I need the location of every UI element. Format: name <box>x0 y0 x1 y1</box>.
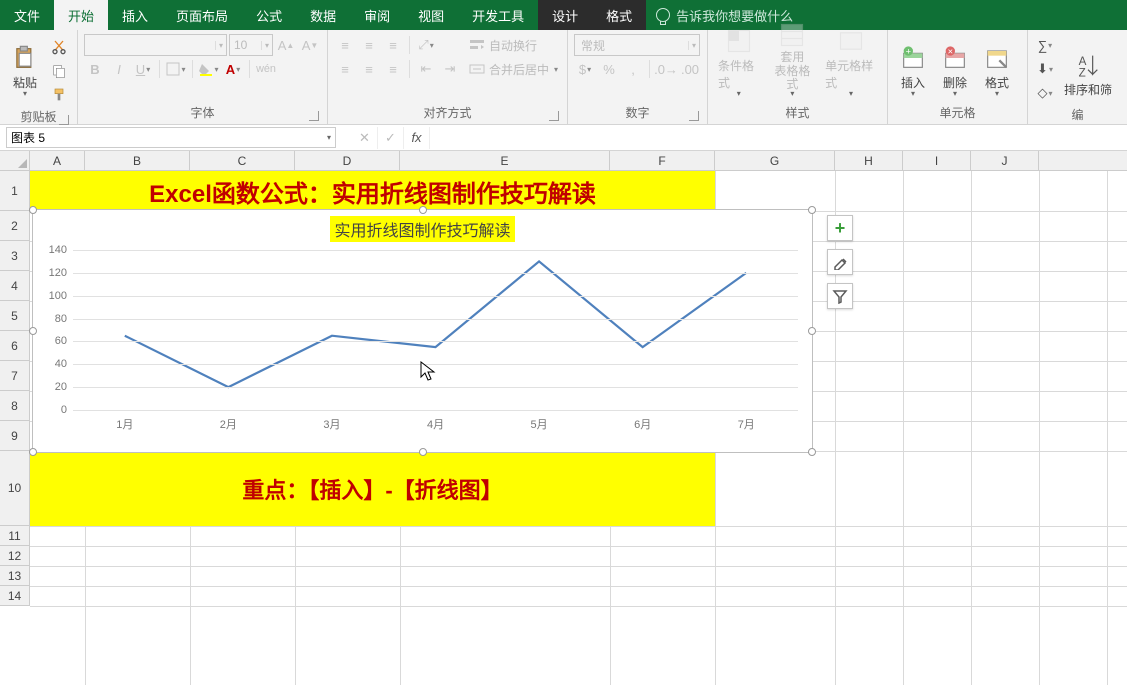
insert-cells-button[interactable]: +插入▾ <box>894 34 932 100</box>
number-format-combo: 常规▾ <box>574 34 700 56</box>
enter-formula-button: ✓ <box>378 127 404 149</box>
worksheet-grid[interactable]: ABCDEFGHIJ 1234567891011121314 Excel函数公式… <box>0 151 1127 685</box>
group-font-label: 字体 <box>190 106 214 120</box>
tab-home[interactable]: 开始 <box>54 0 108 30</box>
decrease-font-button: A▼ <box>299 34 321 56</box>
group-clipboard-label: 剪贴板 <box>20 110 56 124</box>
increase-indent-button: ⇥ <box>439 58 461 80</box>
group-styles-label: 样式 <box>785 106 809 120</box>
wrap-text-button: 自动换行 <box>469 34 558 56</box>
note-banner: 重点：【插入】-【折线图】 <box>30 451 715 526</box>
decrease-decimal-button: .00 <box>679 58 701 80</box>
align-launcher-icon[interactable] <box>549 111 559 121</box>
search-placeholder: 告诉我你想要做什么 <box>676 6 793 25</box>
group-cells-label: 单元格 <box>939 106 975 120</box>
underline-button: U▾ <box>132 58 154 80</box>
group-editing-label: 编 <box>1071 108 1083 122</box>
chart-side-tools: + <box>827 215 853 309</box>
tab-insert[interactable]: 插入 <box>108 0 162 30</box>
tab-format[interactable]: 格式 <box>592 0 646 30</box>
tab-formulas[interactable]: 公式 <box>242 0 296 30</box>
italic-button: I <box>108 58 130 80</box>
comma-button: , <box>622 58 644 80</box>
phonetic-button: wén <box>255 58 277 80</box>
cut-button[interactable] <box>48 36 70 58</box>
sort-filter-button[interactable]: AZ排序和筛 <box>1060 34 1116 100</box>
tab-view[interactable]: 视图 <box>404 0 458 30</box>
tab-review[interactable]: 审阅 <box>350 0 404 30</box>
font-size-combo: 10▾ <box>229 34 273 56</box>
fill-button[interactable]: ⬇▾ <box>1034 58 1056 80</box>
tab-file[interactable]: 文件 <box>0 0 54 30</box>
accounting-button: $▾ <box>574 58 596 80</box>
bold-button: B <box>84 58 106 80</box>
row-headers[interactable]: 1234567891011121314 <box>0 171 30 606</box>
align-center-button: ≡ <box>358 58 380 80</box>
font-name-combo: ▾ <box>84 34 227 56</box>
mouse-cursor-icon <box>420 361 436 383</box>
chart-line-series[interactable] <box>73 250 798 410</box>
cancel-formula-button: ✕ <box>352 127 378 149</box>
align-right-button: ≡ <box>382 58 404 80</box>
formula-bar: 图表 5▾ ✕ ✓ fx <box>0 125 1127 151</box>
chart-filter-button[interactable] <box>827 283 853 309</box>
font-launcher-icon[interactable] <box>309 111 319 121</box>
chart-plot-area[interactable]: 020406080100120140 <box>73 250 798 410</box>
cell-styles-button: 单元格样式▾ <box>821 34 881 100</box>
format-cells-button[interactable]: 格式▾ <box>978 34 1016 100</box>
border-button: ▾ <box>165 58 187 80</box>
percent-button: % <box>598 58 620 80</box>
fill-color-button: ▾ <box>198 58 220 80</box>
increase-font-button: A▲ <box>275 34 297 56</box>
clipboard-launcher-icon[interactable] <box>59 115 69 125</box>
font-color-button[interactable]: A▾ <box>222 58 244 80</box>
format-as-table-button: 套用 表格格式▾ <box>768 34 818 100</box>
delete-cells-button[interactable]: ×删除▾ <box>936 34 974 100</box>
fx-button[interactable]: fx <box>404 127 430 149</box>
decrease-indent-button: ⇤ <box>415 58 437 80</box>
align-top-button: ≡ <box>334 34 356 56</box>
align-left-button: ≡ <box>334 58 356 80</box>
merge-center-button: 合并后居中▾ <box>469 58 558 80</box>
orientation-button: ⤢▾ <box>415 34 437 56</box>
tab-design[interactable]: 设计 <box>538 0 592 30</box>
svg-text:+: + <box>906 47 911 57</box>
group-align-label: 对齐方式 <box>423 106 471 120</box>
conditional-format-button: 条件格式▾ <box>714 34 764 100</box>
title-banner: Excel函数公式：实用折线图制作技巧解读 <box>30 171 715 211</box>
align-bottom-button: ≡ <box>382 34 404 56</box>
tab-page-layout[interactable]: 页面布局 <box>162 0 242 30</box>
group-number-label: 数字 <box>625 106 649 120</box>
svg-text:×: × <box>948 47 953 57</box>
copy-button[interactable] <box>48 60 70 82</box>
number-launcher-icon[interactable] <box>689 111 699 121</box>
chart-title[interactable]: 实用折线图制作技巧解读 <box>330 216 514 242</box>
ribbon: 粘贴▾ 剪贴板 ▾ 10▾ A▲ A▼ B I U▾ ▾ <box>0 30 1127 125</box>
column-headers[interactable]: ABCDEFGHIJ <box>30 151 1127 171</box>
svg-text:Z: Z <box>1079 67 1086 79</box>
line-chart-object[interactable]: 实用折线图制作技巧解读 020406080100120140 1月2月3月4月5… <box>32 209 813 453</box>
menu-tabs: 文件 开始 插入 页面布局 公式 数据 审阅 视图 开发工具 设计 格式 告诉我… <box>0 0 1127 30</box>
name-box[interactable]: 图表 5▾ <box>6 127 336 148</box>
lightbulb-icon <box>656 8 670 22</box>
format-painter-button[interactable] <box>48 84 70 106</box>
autosum-button[interactable]: ∑▾ <box>1034 34 1056 56</box>
paste-button[interactable]: 粘贴▾ <box>6 34 44 100</box>
tab-developer[interactable]: 开发工具 <box>458 0 538 30</box>
tab-data[interactable]: 数据 <box>296 0 350 30</box>
chart-styles-button[interactable] <box>827 249 853 275</box>
chart-x-axis-labels: 1月2月3月4月5月6月7月 <box>73 416 798 432</box>
increase-decimal-button: .0→ <box>655 58 677 80</box>
clear-button[interactable]: ◇▾ <box>1034 82 1056 104</box>
chart-elements-button[interactable]: + <box>827 215 853 241</box>
align-middle-button: ≡ <box>358 34 380 56</box>
select-all-corner[interactable] <box>0 151 30 171</box>
